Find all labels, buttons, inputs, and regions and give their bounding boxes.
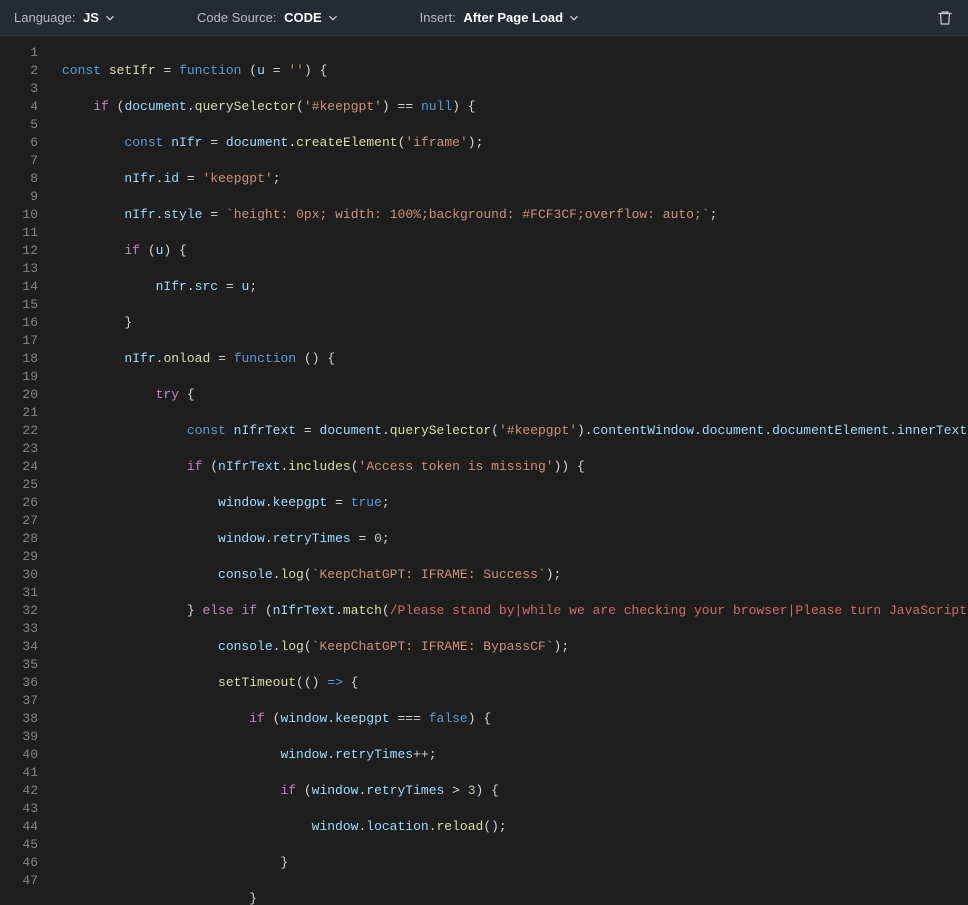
insert-selector[interactable]: Insert: After Page Load [420,10,581,25]
line-number: 40 [0,746,38,764]
line-number: 19 [0,368,38,386]
line-number: 45 [0,836,38,854]
line-number: 2 [0,62,38,80]
insert-label: Insert: [420,10,456,25]
insert-value: After Page Load [463,10,563,25]
line-number: 17 [0,332,38,350]
language-label: Language: [14,10,75,25]
language-value: JS [83,10,99,25]
line-number: 46 [0,854,38,872]
line-number: 21 [0,404,38,422]
line-number: 11 [0,224,38,242]
line-number: 30 [0,566,38,584]
chevron-down-icon [567,11,581,25]
line-number: 29 [0,548,38,566]
line-number: 4 [0,98,38,116]
code-source-selector[interactable]: Code Source: CODE [197,10,340,25]
line-number: 35 [0,656,38,674]
chevron-down-icon [103,11,117,25]
line-number: 43 [0,800,38,818]
line-number: 6 [0,134,38,152]
line-number: 3 [0,80,38,98]
source-label: Code Source: [197,10,277,25]
code-area[interactable]: const setIfr = function (u = '') { if (d… [50,36,968,905]
line-number: 37 [0,692,38,710]
toolbar: Language: JS Code Source: CODE Insert: A… [0,0,968,36]
line-number: 27 [0,512,38,530]
line-number: 41 [0,764,38,782]
line-number: 8 [0,170,38,188]
line-number: 18 [0,350,38,368]
line-number: 25 [0,476,38,494]
line-number: 39 [0,728,38,746]
line-number: 28 [0,530,38,548]
line-number: 5 [0,116,38,134]
line-number: 34 [0,638,38,656]
line-number: 32 [0,602,38,620]
language-selector[interactable]: Language: JS [14,10,117,25]
line-number: 7 [0,152,38,170]
line-number: 36 [0,674,38,692]
line-number: 15 [0,296,38,314]
chevron-down-icon [326,11,340,25]
line-number: 44 [0,818,38,836]
line-number: 20 [0,386,38,404]
line-number-gutter: 1234567891011121314151617181920212223242… [0,36,50,905]
line-number: 38 [0,710,38,728]
line-number: 22 [0,422,38,440]
line-number: 31 [0,584,38,602]
line-number: 33 [0,620,38,638]
line-number: 26 [0,494,38,512]
line-number: 42 [0,782,38,800]
source-value: CODE [284,10,322,25]
line-number: 13 [0,260,38,278]
line-number: 16 [0,314,38,332]
line-number: 10 [0,206,38,224]
line-number: 12 [0,242,38,260]
code-editor[interactable]: 1234567891011121314151617181920212223242… [0,36,968,905]
line-number: 14 [0,278,38,296]
line-number: 1 [0,44,38,62]
delete-icon[interactable] [936,9,954,27]
line-number: 9 [0,188,38,206]
line-number: 47 [0,872,38,890]
line-number: 23 [0,440,38,458]
line-number: 24 [0,458,38,476]
